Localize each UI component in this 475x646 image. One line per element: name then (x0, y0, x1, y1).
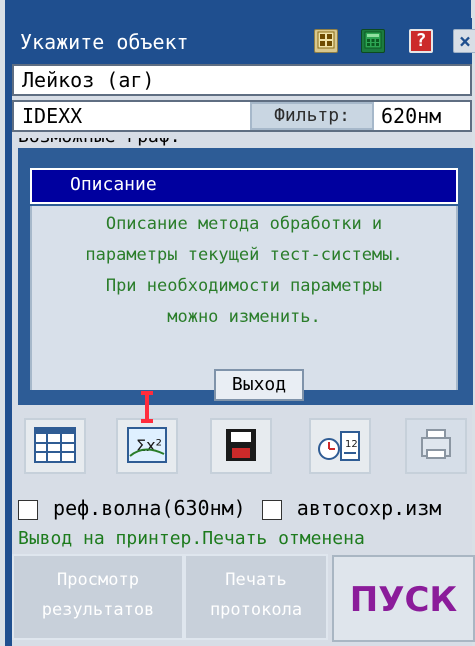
help-icon[interactable]: ? (409, 29, 433, 53)
green-calculator-icon[interactable] (361, 29, 385, 53)
exit-button[interactable]: Выход (214, 369, 304, 401)
view-results-button[interactable]: Просмотр результатов (12, 554, 184, 640)
print-protocol-button[interactable]: Печать протокола (184, 554, 328, 640)
dialog-body: Описание метода обработки и параметры те… (30, 206, 458, 390)
view-results-line1: Просмотр (57, 570, 139, 590)
svg-text:12: 12 (345, 439, 358, 450)
start-button[interactable]: ПУСК (332, 555, 475, 642)
selection-marker-bottom (141, 419, 153, 423)
reference-wave-checkbox[interactable] (18, 499, 38, 520)
close-icon[interactable]: × (453, 29, 475, 53)
description-line-2: параметры текущей тест-системы. (85, 245, 403, 265)
sigma-x2-icon: Σx² (118, 427, 176, 476)
table-grid-button[interactable] (24, 418, 86, 474)
filter-button[interactable]: Фильтр: (250, 102, 374, 130)
object-value: Лейкоз (аг) (22, 68, 155, 92)
printer-button[interactable] (405, 418, 467, 474)
calculator-icon[interactable] (314, 29, 338, 53)
sequence-clock-icon: 12 (311, 431, 369, 476)
sequence-button[interactable]: 12 (309, 418, 371, 474)
printer-status: Вывод на принтер.Печать отменена (18, 528, 365, 549)
section-label: Возможные граф. (18, 138, 473, 148)
selection-marker-top (141, 391, 153, 395)
filter-value: 620нм (381, 104, 442, 128)
dialog-title: Описание (30, 168, 458, 204)
print-protocol-line2: протокола (209, 600, 303, 620)
table-grid-icon (26, 427, 84, 476)
title-bar: Укажите объект ? × (12, 18, 475, 64)
print-protocol-line1: Печать (225, 570, 287, 590)
autosave-checkbox[interactable] (261, 499, 282, 520)
autosave-label: автосохр.изм (296, 496, 442, 520)
save-button[interactable] (210, 418, 272, 474)
save-icon (212, 429, 270, 476)
object-field[interactable]: Лейкоз (аг) (12, 64, 472, 96)
selection-marker (145, 393, 149, 421)
reference-wave-label: реф.волна(630нм) (53, 496, 246, 520)
calculation-button[interactable]: Σx² (116, 418, 178, 474)
description-line-1: Описание метода обработки и (105, 214, 383, 234)
reference-wave-option[interactable]: реф.волна(630нм) автосохр.изм (18, 496, 441, 520)
system-value: IDEXX (22, 104, 83, 128)
view-results-line2: результатов (41, 600, 155, 620)
printer-icon (407, 429, 465, 476)
description-line-4: можно изменить. (167, 307, 321, 327)
description-line-3: При необходимости параметры (105, 276, 383, 296)
window-title: Укажите объект (20, 30, 189, 54)
description-dialog: Описание Описание метода обработки и пар… (18, 148, 473, 405)
